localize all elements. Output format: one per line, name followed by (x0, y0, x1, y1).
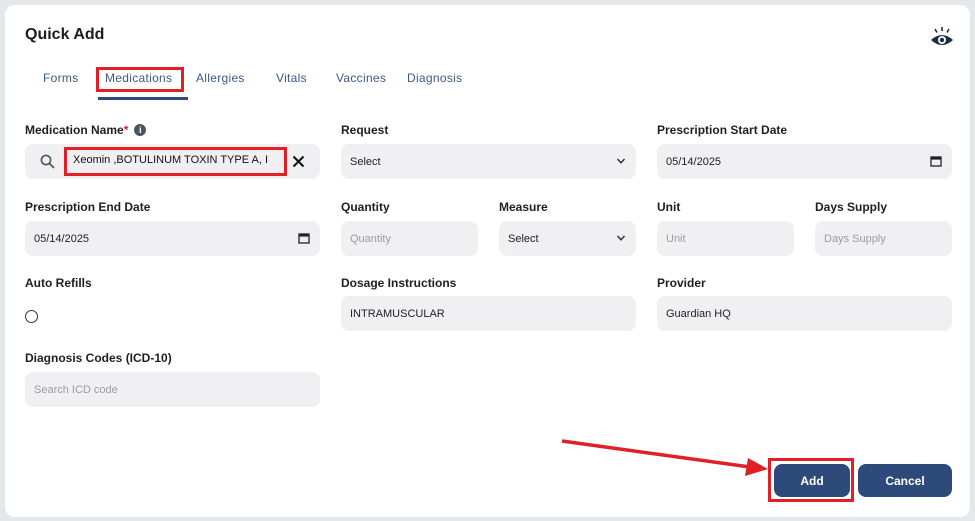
medication-name-label: Medication Name* i (25, 123, 147, 137)
annotation-box-medications-tab (96, 67, 184, 92)
tab-vaccines[interactable]: Vaccines (336, 71, 386, 85)
dosage-instructions-input[interactable]: INTRAMUSCULAR (341, 296, 636, 331)
icd-search-input[interactable]: Search ICD code (25, 372, 320, 407)
request-selected-value: Select (350, 155, 381, 168)
provider-label: Provider (657, 276, 706, 290)
request-select[interactable]: Select (341, 144, 636, 179)
unit-label: Unit (657, 200, 681, 214)
tab-diagnosis[interactable]: Diagnosis (407, 71, 462, 85)
days-supply-input[interactable]: Days Supply (815, 221, 952, 256)
days-supply-label: Days Supply (815, 200, 888, 214)
annotation-box-add-button (768, 458, 854, 502)
measure-select[interactable]: Select (499, 221, 636, 256)
tab-vitals[interactable]: Vitals (276, 71, 307, 85)
diagnosis-codes-label: Diagnosis Codes (ICD-10) (25, 351, 172, 365)
auto-refills-radio[interactable] (25, 310, 38, 323)
provider-input[interactable]: Guardian HQ (657, 296, 952, 331)
tab-allergies[interactable]: Allergies (196, 71, 245, 85)
prescription-end-date-value: 05/14/2025 (34, 232, 90, 245)
calendar-icon[interactable] (930, 155, 942, 167)
auto-refills-label: Auto Refills (25, 276, 92, 290)
icd-search-placeholder: Search ICD code (34, 383, 118, 396)
required-marker: * (123, 123, 129, 137)
chevron-down-icon (616, 235, 626, 241)
prescription-end-date-label: Prescription End Date (25, 200, 151, 214)
prescription-end-date-input[interactable]: 05/14/2025 (25, 221, 320, 256)
days-supply-placeholder: Days Supply (824, 232, 886, 245)
active-tab-indicator (98, 97, 188, 100)
calendar-icon[interactable] (298, 232, 310, 244)
cancel-button[interactable]: Cancel (858, 464, 952, 497)
annotation-box-medication-name (64, 147, 287, 176)
prescription-start-date-label: Prescription Start Date (657, 123, 788, 137)
dosage-instructions-label: Dosage Instructions (341, 276, 457, 290)
prescription-start-date-input[interactable]: 05/14/2025 (657, 144, 952, 179)
quantity-label: Quantity (341, 200, 390, 214)
request-label: Request (341, 123, 389, 137)
search-icon (40, 154, 55, 169)
info-icon[interactable]: i (134, 124, 147, 136)
provider-value: Guardian HQ (666, 307, 731, 320)
unit-placeholder: Unit (666, 232, 686, 245)
dosage-instructions-value: INTRAMUSCULAR (350, 307, 445, 320)
clear-icon[interactable] (292, 155, 305, 168)
tab-forms[interactable]: Forms (43, 71, 79, 85)
measure-selected-value: Select (508, 232, 539, 245)
quantity-input[interactable]: Quantity (341, 221, 478, 256)
measure-label: Measure (499, 200, 548, 214)
quantity-placeholder: Quantity (350, 232, 391, 245)
page-title: Quick Add (25, 26, 105, 43)
unit-input[interactable]: Unit (657, 221, 794, 256)
chevron-down-icon (616, 158, 626, 164)
prescription-start-date-value: 05/14/2025 (666, 155, 722, 168)
eye-icon[interactable] (929, 26, 955, 48)
